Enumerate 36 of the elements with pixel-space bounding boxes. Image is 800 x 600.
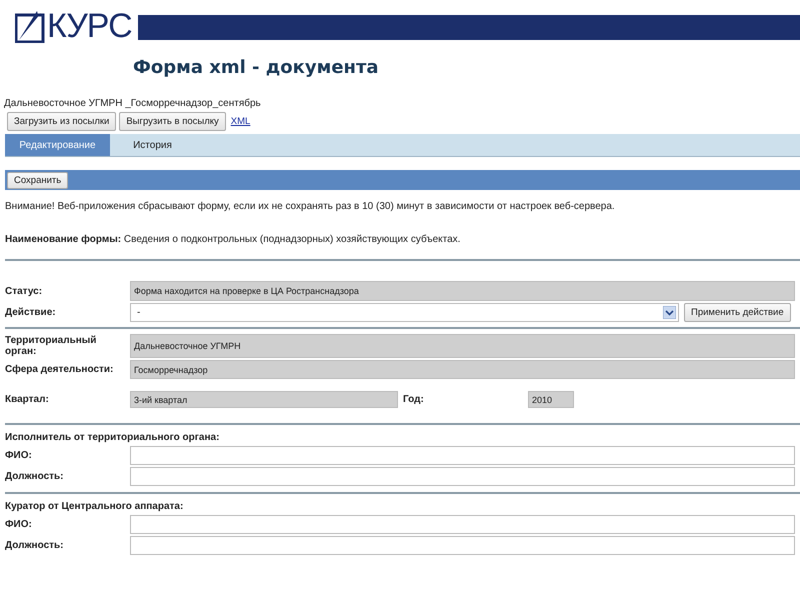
logo-text: КУРС <box>47 8 132 42</box>
field-label: Действие: <box>5 307 57 318</box>
readonly-field: Дальневосточное УГМРН <box>130 334 795 358</box>
field-label: Квартал: <box>5 394 50 405</box>
form-name: Наименование формы: Сведения о подконтрольных (поднадзорных) хозяйствующих субъектах. <box>5 234 462 245</box>
apply-action-button[interactable]: Применить действие <box>684 303 791 322</box>
toolbar-button[interactable]: Выгрузить в посылку <box>119 112 226 131</box>
section-heading: Исполнитель от территориального органа: <box>5 432 220 443</box>
action-dropdown[interactable]: - <box>130 303 679 322</box>
section-heading: Куратор от Центрального аппарата: <box>5 501 184 512</box>
text-field[interactable] <box>130 515 795 534</box>
quarter-field: 3-ий квартал <box>130 391 398 408</box>
xml-link[interactable]: XML <box>230 116 250 127</box>
text-field[interactable] <box>130 536 795 555</box>
field-label: ФИО: <box>5 450 33 461</box>
field-label: Год: <box>403 394 425 405</box>
status-field: Форма находится на проверке в ЦА Ространснадзора <box>130 281 795 301</box>
field-label: Должность: <box>5 540 65 551</box>
field-label: Сфера деятельности: <box>5 364 114 375</box>
warning-text: Внимание! Веб-приложения сбрасывают форму, если их не сохранять раз в 10 (30) минут в зависимости от настроек веб-сервера. <box>5 201 616 212</box>
page-title: Форма xml - документа <box>133 57 380 78</box>
field-label: Должность: <box>5 471 65 482</box>
tab[interactable]: Редактирование <box>5 134 110 156</box>
field-label: Территориальный орган: <box>5 335 98 357</box>
dropdown-arrow-icon[interactable] <box>663 306 676 319</box>
document-name: Дальневосточное УГМРН _Госморречнадзор_сентябрь <box>4 98 262 109</box>
toolbar-button[interactable]: Загрузить из посылки <box>7 112 116 131</box>
field-label: Статус: <box>5 286 44 296</box>
text-field[interactable] <box>130 446 795 465</box>
field-label: ФИО: <box>5 519 33 530</box>
logo-icon <box>15 8 45 42</box>
readonly-field: Госморречнадзор <box>130 360 795 379</box>
year-field: 2010 <box>528 391 574 408</box>
save-button[interactable]: Сохранить <box>7 172 68 188</box>
tab[interactable]: История <box>110 134 195 156</box>
text-field[interactable] <box>130 467 795 486</box>
